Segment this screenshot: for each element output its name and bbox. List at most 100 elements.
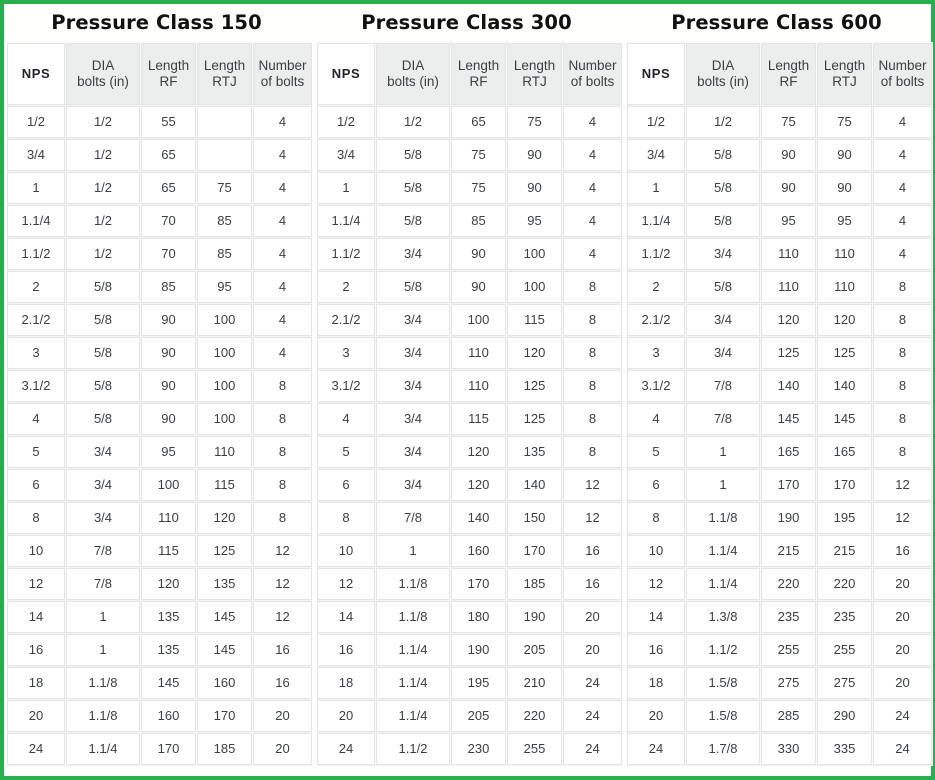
- cell-nps: 18: [7, 667, 65, 699]
- cell-dia-bolts: 5/8: [66, 370, 140, 402]
- cell-dia-bolts: 1/2: [66, 205, 140, 237]
- cell-number-of-bolts: 20: [873, 568, 932, 600]
- cell-length-rf: 85: [141, 271, 196, 303]
- cell-dia-bolts: 5/8: [686, 271, 760, 303]
- cell-length-rtj: 90: [817, 172, 872, 204]
- cell-number-of-bolts: 12: [253, 568, 312, 600]
- table-row: 3.1/2 3/4 110 125 8: [317, 370, 622, 402]
- cell-nps: 3: [627, 337, 685, 369]
- cell-nps: 24: [317, 733, 375, 765]
- table-row: 1/2 1/2 75 75 4: [627, 106, 932, 138]
- cell-length-rf: 125: [761, 337, 816, 369]
- cell-dia-bolts: 7/8: [686, 403, 760, 435]
- cell-length-rf: 90: [141, 370, 196, 402]
- column-header-line1: NPS: [641, 66, 671, 81]
- cell-dia-bolts: 1/2: [66, 106, 140, 138]
- cell-nps: 14: [317, 601, 375, 633]
- cell-nps: 2.1/2: [7, 304, 65, 336]
- cell-nps: 16: [7, 634, 65, 666]
- dimension-table: NPS DIA bolts (in) Length RF Length RTJ Number o…: [6, 42, 313, 766]
- column-header-line2: RTJ: [212, 74, 237, 89]
- cell-length-rf: 110: [141, 502, 196, 534]
- table-row: 2 5/8 110 110 8: [627, 271, 932, 303]
- cell-length-rf: 90: [451, 238, 506, 270]
- table-row: 8 3/4 110 120 8: [7, 502, 312, 534]
- cell-nps: 16: [317, 634, 375, 666]
- cell-dia-bolts: 3/4: [376, 238, 450, 270]
- cell-dia-bolts: 1.1/8: [686, 502, 760, 534]
- cell-number-of-bolts: 8: [873, 436, 932, 468]
- cell-nps: 20: [7, 700, 65, 732]
- cell-length-rtj: 120: [817, 304, 872, 336]
- cell-nps: 10: [627, 535, 685, 567]
- cell-dia-bolts: 3/4: [686, 304, 760, 336]
- cell-length-rf: 75: [451, 139, 506, 171]
- table-row: 24 1.1/2 230 255 24: [317, 733, 622, 765]
- table-header-row: NPS DIA bolts (in) Length RF Length RTJ Number o…: [7, 43, 312, 105]
- cell-dia-bolts: 1: [66, 634, 140, 666]
- cell-length-rf: 170: [761, 469, 816, 501]
- column-header-line1: DIA: [401, 58, 425, 73]
- cell-length-rf: 145: [761, 403, 816, 435]
- cell-length-rtj: 185: [197, 733, 252, 765]
- tables-container: Pressure Class 150 NPS DIA bolts (in) Length…: [4, 4, 933, 776]
- cell-length-rf: 180: [451, 601, 506, 633]
- cell-length-rtj: 100: [507, 238, 562, 270]
- cell-dia-bolts: 7/8: [686, 370, 760, 402]
- table-row: 16 1.1/4 190 205 20: [317, 634, 622, 666]
- cell-number-of-bolts: 4: [253, 106, 312, 138]
- cell-length-rtj: 110: [197, 436, 252, 468]
- column-header-line2: RTJ: [832, 74, 857, 89]
- cell-length-rtj: 125: [507, 370, 562, 402]
- cell-dia-bolts: 3/4: [376, 436, 450, 468]
- cell-number-of-bolts: 4: [873, 238, 932, 270]
- cell-dia-bolts: 1.1/4: [376, 700, 450, 732]
- cell-number-of-bolts: 4: [253, 238, 312, 270]
- column-header-nps: NPS: [317, 43, 375, 105]
- column-header-line2: bolts (in): [387, 74, 439, 89]
- cell-nps: 1.1/2: [627, 238, 685, 270]
- cell-length-rf: 205: [451, 700, 506, 732]
- column-header-nps: NPS: [627, 43, 685, 105]
- cell-dia-bolts: 7/8: [66, 535, 140, 567]
- cell-length-rtj: 205: [507, 634, 562, 666]
- cell-length-rf: 120: [451, 436, 506, 468]
- cell-number-of-bolts: 4: [563, 205, 622, 237]
- table-row: 3 5/8 90 100 4: [7, 337, 312, 369]
- dimension-table: NPS DIA bolts (in) Length RF Length RTJ Number o…: [316, 42, 623, 766]
- cell-dia-bolts: 1/2: [66, 238, 140, 270]
- cell-length-rtj: 125: [817, 337, 872, 369]
- cell-length-rtj: 220: [817, 568, 872, 600]
- cell-dia-bolts: 3/4: [66, 469, 140, 501]
- cell-dia-bolts: 5/8: [686, 139, 760, 171]
- column-header-line2: RF: [159, 74, 178, 89]
- cell-length-rf: 90: [141, 304, 196, 336]
- cell-dia-bolts: 5/8: [376, 205, 450, 237]
- table-row: 5 3/4 120 135 8: [317, 436, 622, 468]
- cell-number-of-bolts: 8: [563, 403, 622, 435]
- table-row: 1.1/4 5/8 85 95 4: [317, 205, 622, 237]
- cell-length-rtj: 145: [197, 601, 252, 633]
- column-header-nps: NPS: [7, 43, 65, 105]
- column-header-line2: of bolts: [570, 74, 615, 89]
- cell-nps: 4: [627, 403, 685, 435]
- cell-dia-bolts: 5/8: [66, 304, 140, 336]
- cell-length-rtj: 210: [507, 667, 562, 699]
- cell-dia-bolts: 1.1/8: [66, 700, 140, 732]
- cell-length-rf: 220: [761, 568, 816, 600]
- cell-nps: 14: [627, 601, 685, 633]
- cell-number-of-bolts: 16: [253, 634, 312, 666]
- table-row: 1.1/2 1/2 70 85 4: [7, 238, 312, 270]
- cell-number-of-bolts: 8: [253, 502, 312, 534]
- cell-length-rtj: 145: [817, 403, 872, 435]
- cell-nps: 12: [7, 568, 65, 600]
- table-row: 24 1.7/8 330 335 24: [627, 733, 932, 765]
- cell-length-rtj: 185: [507, 568, 562, 600]
- cell-length-rtj: 95: [817, 205, 872, 237]
- cell-dia-bolts: 1/2: [376, 106, 450, 138]
- table-row: 2 5/8 90 100 8: [317, 271, 622, 303]
- cell-length-rtj: 75: [197, 172, 252, 204]
- cell-number-of-bolts: 4: [253, 271, 312, 303]
- cell-length-rf: 100: [451, 304, 506, 336]
- cell-dia-bolts: 1.5/8: [686, 667, 760, 699]
